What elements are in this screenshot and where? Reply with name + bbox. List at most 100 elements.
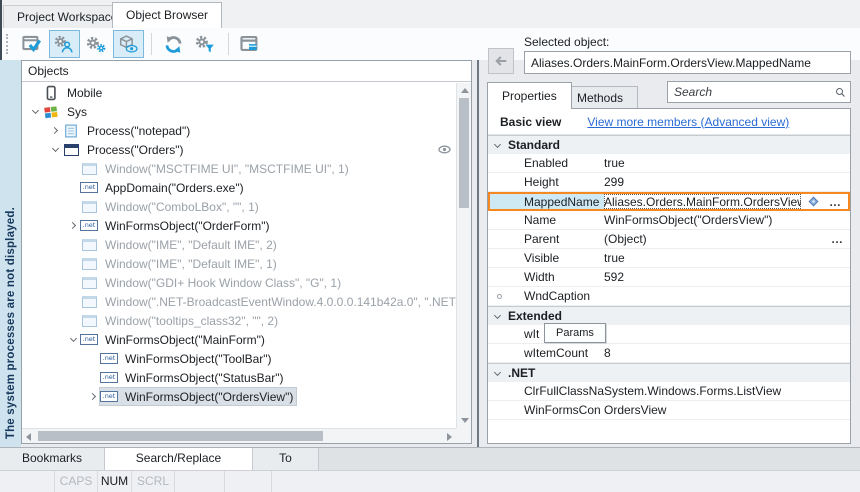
property-row-wndcaption[interactable]: WndCaption	[488, 287, 850, 306]
tree-item-appdomain-orders[interactable]: .net AppDomain("Orders.exe")	[22, 178, 456, 197]
tab-object-browser[interactable]: Object Browser	[112, 2, 222, 28]
window-icon	[80, 255, 98, 272]
dotnet-icon: .net	[80, 217, 98, 234]
dotnet-icon: .net	[100, 388, 118, 405]
dotnet-icon: .net	[100, 369, 118, 386]
scroll-left-arrow-icon[interactable]	[26, 433, 31, 441]
selected-object-label: Selected object:	[524, 35, 609, 49]
section-standard[interactable]: Standard	[488, 135, 850, 154]
object-spy-button[interactable]	[49, 30, 80, 58]
selected-object-field[interactable]	[524, 51, 851, 74]
property-row-winformscontrolname[interactable]: WinFormsCon OrdersView	[488, 401, 850, 420]
show-object-button[interactable]	[113, 30, 144, 58]
ellipsis-button[interactable]: …	[829, 197, 842, 207]
dotnet-icon: .net	[100, 350, 118, 367]
tree-item-window-broadcast[interactable]: Window(".NET-BroadcastEventWindow.4.0.0.…	[22, 292, 456, 311]
status-caps-indicator: CAPS	[55, 471, 98, 492]
property-row-witemcount[interactable]: wItemCount 8	[488, 344, 850, 363]
tab-properties[interactable]: Properties	[487, 82, 572, 109]
chevron-placeholder	[28, 86, 42, 100]
property-row-parent[interactable]: Parent (Object) …	[488, 230, 850, 249]
tree-horizontal-scrollbar[interactable]	[22, 428, 456, 443]
refresh-icon	[163, 35, 184, 54]
tree-item-sys[interactable]: Sys	[22, 102, 456, 121]
tab-bookmarks[interactable]: Bookmarks	[0, 448, 105, 470]
tree-item-window-msctfime[interactable]: Window("MSCTFIME UI", "MSCTFIME UI", 1)	[22, 159, 456, 178]
scroll-up-arrow-icon[interactable]	[461, 88, 469, 93]
tree-item-statusbar[interactable]: .net WinFormsObject("StatusBar")	[22, 368, 456, 387]
system-processes-note-strip: The system processes are not displayed.	[0, 60, 21, 447]
scroll-right-arrow-icon[interactable]	[447, 433, 452, 441]
params-button[interactable]: Params	[544, 323, 606, 343]
property-row-witem[interactable]: wIt Params	[488, 325, 850, 344]
chevron-right-icon[interactable]	[86, 390, 100, 404]
property-row-height[interactable]: Height 299	[488, 173, 850, 192]
tree-item-window-combolbox[interactable]: Window("ComboLBox", "", 1)	[22, 197, 456, 216]
property-row-enabled[interactable]: Enabled true	[488, 154, 850, 173]
chevron-down-icon[interactable]	[28, 105, 42, 119]
property-row-clrfullclassname[interactable]: ClrFullClassNa System.Windows.Forms.List…	[488, 382, 850, 401]
window-icon	[80, 198, 98, 215]
scrollbar-corner	[456, 428, 471, 443]
property-row-mappedname[interactable]: MappedName Aliases.Orders.MainForm.Order…	[488, 192, 850, 211]
section-collapse-icon[interactable]	[494, 368, 501, 375]
panel-splitter[interactable]	[477, 60, 479, 447]
tree-item-window-tooltips[interactable]: Window("tooltips_class32", "", 2)	[22, 311, 456, 330]
chevron-placeholder	[66, 257, 80, 271]
filter-settings-button[interactable]	[190, 30, 221, 58]
section-extended[interactable]: Extended	[488, 306, 850, 325]
chevron-placeholder	[66, 181, 80, 195]
vertical-scroll-thumb[interactable]	[459, 98, 469, 208]
section-dotnet[interactable]: .NET	[488, 363, 850, 382]
back-button[interactable]	[488, 48, 514, 74]
objects-panel-header: Objects	[22, 61, 471, 82]
checked-window-button[interactable]	[17, 30, 48, 58]
process-window-icon	[62, 141, 80, 158]
tree-item-window-ime1[interactable]: Window("IME", "Default IME", 1)	[22, 254, 456, 273]
chevron-placeholder	[86, 371, 100, 385]
tree-vertical-scrollbar[interactable]	[456, 83, 471, 428]
settings-gears-button[interactable]	[81, 30, 112, 58]
watch-eye-icon[interactable]	[437, 143, 452, 159]
search-input[interactable]	[668, 85, 835, 99]
tab-search-replace-results[interactable]: Search/Replace Results	[105, 448, 253, 470]
tree-item-ordersview[interactable]: .net WinFormsObject("OrdersView")	[22, 387, 456, 406]
panel-layout-button[interactable]	[235, 30, 266, 58]
search-icon[interactable]	[835, 85, 846, 100]
dotnet-icon: .net	[80, 179, 98, 196]
member-search-box	[667, 81, 851, 103]
tree-item-toolbar[interactable]: .net WinFormsObject("ToolBar")	[22, 349, 456, 368]
ellipsis-button[interactable]: …	[831, 234, 844, 244]
tree-item-window-ime2[interactable]: Window("IME", "Default IME", 2)	[22, 235, 456, 254]
advanced-view-link[interactable]: View more members (Advanced view)	[587, 115, 789, 129]
tab-to-do[interactable]: To Do	[253, 448, 319, 470]
property-row-visible[interactable]: Visible true	[488, 249, 850, 268]
tab-methods[interactable]: Methods	[562, 86, 638, 109]
chevron-placeholder	[66, 295, 80, 309]
tree-item-process-notepad[interactable]: Process("notepad")	[22, 121, 456, 140]
tree-item-mainform[interactable]: .net WinFormsObject("MainForm")	[22, 330, 456, 349]
tree-item-orderform[interactable]: .net WinFormsObject("OrderForm")	[22, 216, 456, 235]
chevron-down-icon[interactable]	[66, 333, 80, 347]
toolbar-drag-handle[interactable]	[6, 34, 11, 54]
horizontal-scroll-thumb[interactable]	[38, 431, 323, 441]
highlight-target-icon[interactable]	[807, 195, 820, 208]
chevron-down-icon[interactable]	[48, 143, 62, 157]
property-row-name[interactable]: Name WinFormsObject("OrdersView")	[488, 211, 850, 230]
chevron-placeholder	[66, 200, 80, 214]
tree-item-mobile[interactable]: Mobile	[22, 83, 456, 102]
scroll-down-arrow-icon[interactable]	[461, 418, 469, 423]
property-marker-icon	[497, 294, 502, 299]
section-collapse-icon[interactable]	[494, 140, 501, 147]
section-collapse-icon[interactable]	[494, 311, 501, 318]
tree-item-window-gdihook[interactable]: Window("GDI+ Hook Window Class", "G", 1)	[22, 273, 456, 292]
chevron-right-icon[interactable]	[48, 124, 62, 138]
objects-tree-panel: Objects Mobile Sys Process("notepad")	[21, 60, 472, 444]
property-row-width[interactable]: Width 592	[488, 268, 850, 287]
system-processes-note: The system processes are not displayed.	[5, 207, 17, 439]
chevron-right-icon[interactable]	[66, 219, 80, 233]
refresh-button[interactable]	[158, 30, 189, 58]
tree-item-process-orders[interactable]: Process("Orders")	[22, 140, 456, 159]
window-icon	[80, 236, 98, 253]
property-grid: Basic view View more members (Advanced v…	[487, 108, 851, 444]
